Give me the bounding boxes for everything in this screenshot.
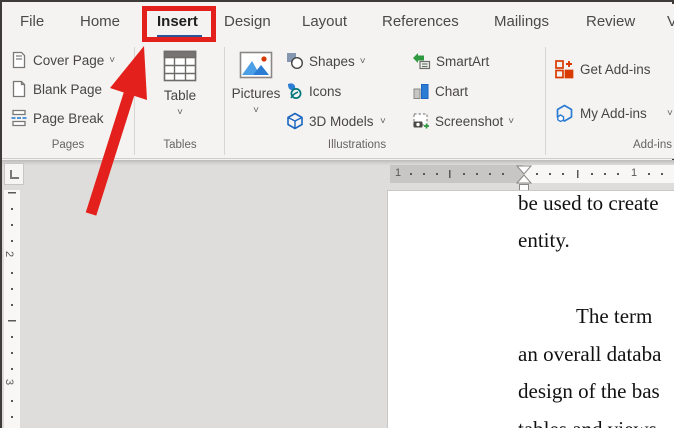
chevron-down-icon[interactable]: ˅ [228,104,284,116]
page-break-button[interactable]: Page Break [10,105,104,131]
pictures-icon [239,51,273,79]
chevron-down-icon[interactable]: ˅ [360,55,366,67]
tab-design[interactable]: Design [224,13,271,30]
left-tab-icon [9,169,19,179]
group-separator [545,47,546,155]
shapes-label: Shapes [309,53,355,69]
tab-review[interactable]: Review [586,13,635,30]
document-text-line: an overall databa [518,342,662,366]
chevron-down-icon[interactable]: ˅ [150,106,210,118]
chart-label: Chart [435,83,469,99]
tab-layout[interactable]: Layout [302,13,347,30]
horizontal-ruler[interactable]: 1 1 [390,165,674,193]
smartart-button[interactable]: SmartArt [412,48,489,74]
document-text-line: The term [576,304,653,328]
tables-group-label: Tables [163,139,197,151]
page-break-icon [11,109,27,127]
tab-mailings[interactable]: Mailings [494,13,549,30]
menu-bar: File Home Insert Design Layout Reference… [2,4,674,42]
ruler-ticks [410,170,663,178]
my-addins-label: My Add-ins [580,105,647,121]
ribbon: Cover Page ˅ Blank Page Page Break Pages [2,42,674,159]
3d-models-icon [287,112,303,130]
document-text-line: design of the bas [518,379,660,403]
icons-icon [288,83,302,99]
chevron-down-icon[interactable]: ˅ [109,54,115,66]
blank-page-icon [12,80,26,98]
document-text-line: be used to create [518,191,659,215]
tab-references[interactable]: References [382,13,459,30]
3d-models-button[interactable]: 3D Models [286,108,374,134]
shapes-button[interactable]: Shapes ˅ [286,48,366,74]
cover-page-button[interactable]: Cover Page ˅ [10,47,115,73]
screenshot-icon [413,113,429,129]
pictures-label: Pictures [231,86,281,101]
blank-page-button[interactable]: Blank Page [10,76,102,102]
smartart-icon [413,53,431,70]
get-addins-button[interactable]: Get Add-ins [554,56,651,82]
table-icon [163,50,197,82]
chevron-down-icon[interactable]: ˅ [508,115,514,127]
addins-group-label: Add-ins [633,139,672,151]
vertical-ruler: 2 3 [3,190,20,428]
document-area: 1 1 2 3 be used to create entity. The te… [2,160,674,428]
smartart-label: SmartArt [436,53,490,69]
cover-page-icon [12,51,26,69]
document-text-line: tables and views [518,417,657,428]
group-separator [224,47,225,155]
word-window: { "menu": { "tabs": ["File", "Home", "In… [0,0,674,428]
page-break-label: Page Break [33,110,104,126]
get-addins-icon [555,59,574,78]
chevron-down-icon[interactable]: ˅ [667,107,673,119]
cover-page-label: Cover Page [33,52,105,68]
group-separator [134,47,135,155]
icons-label: Icons [309,83,342,99]
chevron-down-icon[interactable]: ˅ [380,115,386,127]
screenshot-button[interactable]: Screenshot ˅ [412,108,514,134]
shapes-icon [287,53,304,70]
table-label: Table [163,88,197,103]
my-addins-button[interactable]: My Add-ins [554,100,647,126]
chart-button[interactable]: Chart [412,78,468,104]
get-addins-label: Get Add-ins [580,61,651,77]
ruler-ticks [8,192,16,418]
illustrations-group-label: Illustrations [327,139,387,151]
blank-page-label: Blank Page [33,81,103,97]
tab-home[interactable]: Home [80,13,120,30]
tab-file[interactable]: File [20,13,44,30]
3d-models-label: 3D Models [309,113,374,129]
pages-group-label: Pages [51,139,85,151]
tab-view[interactable]: View [667,13,674,30]
insert-tab-highlight-rectangle [142,6,216,42]
tab-stop-selector[interactable] [4,163,24,185]
my-addins-icon [556,104,573,122]
screenshot-label: Screenshot [435,113,504,129]
ruler-number: 2 [3,250,16,258]
chart-icon [413,84,429,99]
icons-button[interactable]: Icons [286,78,341,104]
ruler-number: 3 [3,378,16,386]
document-text-line: entity. [518,228,570,252]
